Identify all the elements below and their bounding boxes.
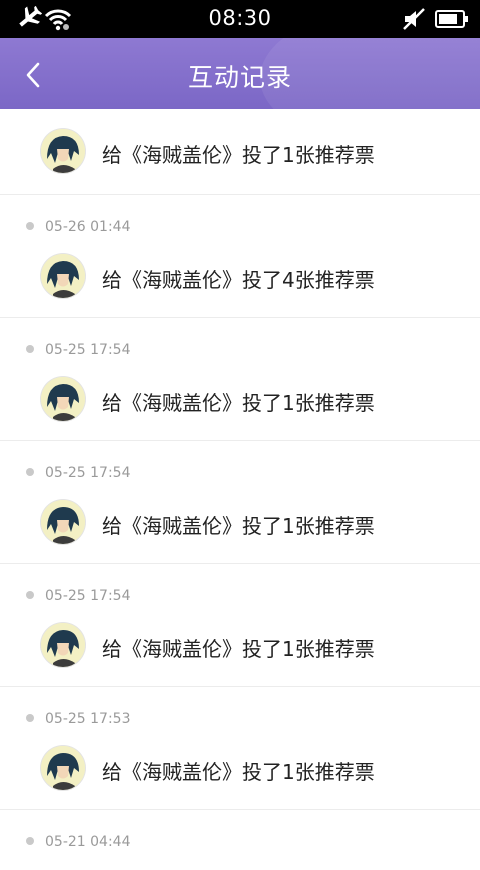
record-time: 05-21 04:44 xyxy=(45,834,131,850)
record-timestamp: 05-25 17:54 xyxy=(26,342,130,358)
record-timestamp: 05-25 17:54 xyxy=(26,465,130,481)
record-time: 05-26 01:44 xyxy=(45,219,131,235)
list-item: 05-21 04:44 xyxy=(0,810,480,870)
record-time: 05-25 17:54 xyxy=(45,465,131,481)
status-bar: 08:30 xyxy=(0,0,480,38)
list-item: 05-26 01:44 给《海贼盖伦》投了4张推荐票 xyxy=(0,195,480,318)
record-timestamp: 05-25 17:54 xyxy=(26,588,130,604)
page-title: 互动记录 xyxy=(187,63,292,92)
list-item: 05-25 17:53 给《海贼盖伦》投了1张推荐票 xyxy=(0,687,480,810)
record-text: 给《海贼盖伦》投了1张推荐票 xyxy=(102,143,375,167)
list-item: 05-25 17:54 给《海贼盖伦》投了1张推荐票 xyxy=(0,318,480,441)
timeline-dot xyxy=(26,590,34,599)
list-item: 给《海贼盖伦》投了1张推荐票 xyxy=(0,109,480,195)
record-time: 05-25 17:54 xyxy=(45,588,131,604)
record-text: 给《海贼盖伦》投了4张推荐票 xyxy=(102,268,375,292)
avatar[interactable] xyxy=(41,254,85,298)
record-time: 05-25 17:53 xyxy=(45,711,131,727)
avatar[interactable] xyxy=(41,746,85,790)
record-text: 给《海贼盖伦》投了1张推荐票 xyxy=(102,637,375,661)
record-timestamp: 05-21 04:44 xyxy=(26,834,130,850)
timeline-dot xyxy=(26,344,34,353)
avatar[interactable] xyxy=(41,623,85,667)
record-timestamp: 05-26 01:44 xyxy=(26,219,130,235)
battery-icon xyxy=(435,10,469,32)
avatar[interactable] xyxy=(41,377,85,421)
record-text: 给《海贼盖伦》投了1张推荐票 xyxy=(102,391,375,415)
timeline-dot xyxy=(26,221,34,230)
record-timestamp: 05-25 17:53 xyxy=(26,711,130,727)
timeline-dot xyxy=(26,836,34,845)
record-text: 给《海贼盖伦》投了1张推荐票 xyxy=(102,514,375,538)
avatar[interactable] xyxy=(41,500,85,544)
record-time: 05-25 17:54 xyxy=(45,342,131,358)
list-item: 05-25 17:54 给《海贼盖伦》投了1张推荐票 xyxy=(0,441,480,564)
record-text: 给《海贼盖伦》投了1张推荐票 xyxy=(102,760,375,784)
timeline-dot xyxy=(26,713,34,722)
mute-icon xyxy=(402,8,426,34)
timeline-dot xyxy=(26,467,34,476)
avatar[interactable] xyxy=(41,129,85,173)
header-bar: 互动记录 xyxy=(0,38,480,109)
interaction-record-list: 给《海贼盖伦》投了1张推荐票 05-26 01:44 给《海贼盖伦》投了4张推荐… xyxy=(0,109,480,870)
list-item: 05-25 17:54 给《海贼盖伦》投了1张推荐票 xyxy=(0,564,480,687)
